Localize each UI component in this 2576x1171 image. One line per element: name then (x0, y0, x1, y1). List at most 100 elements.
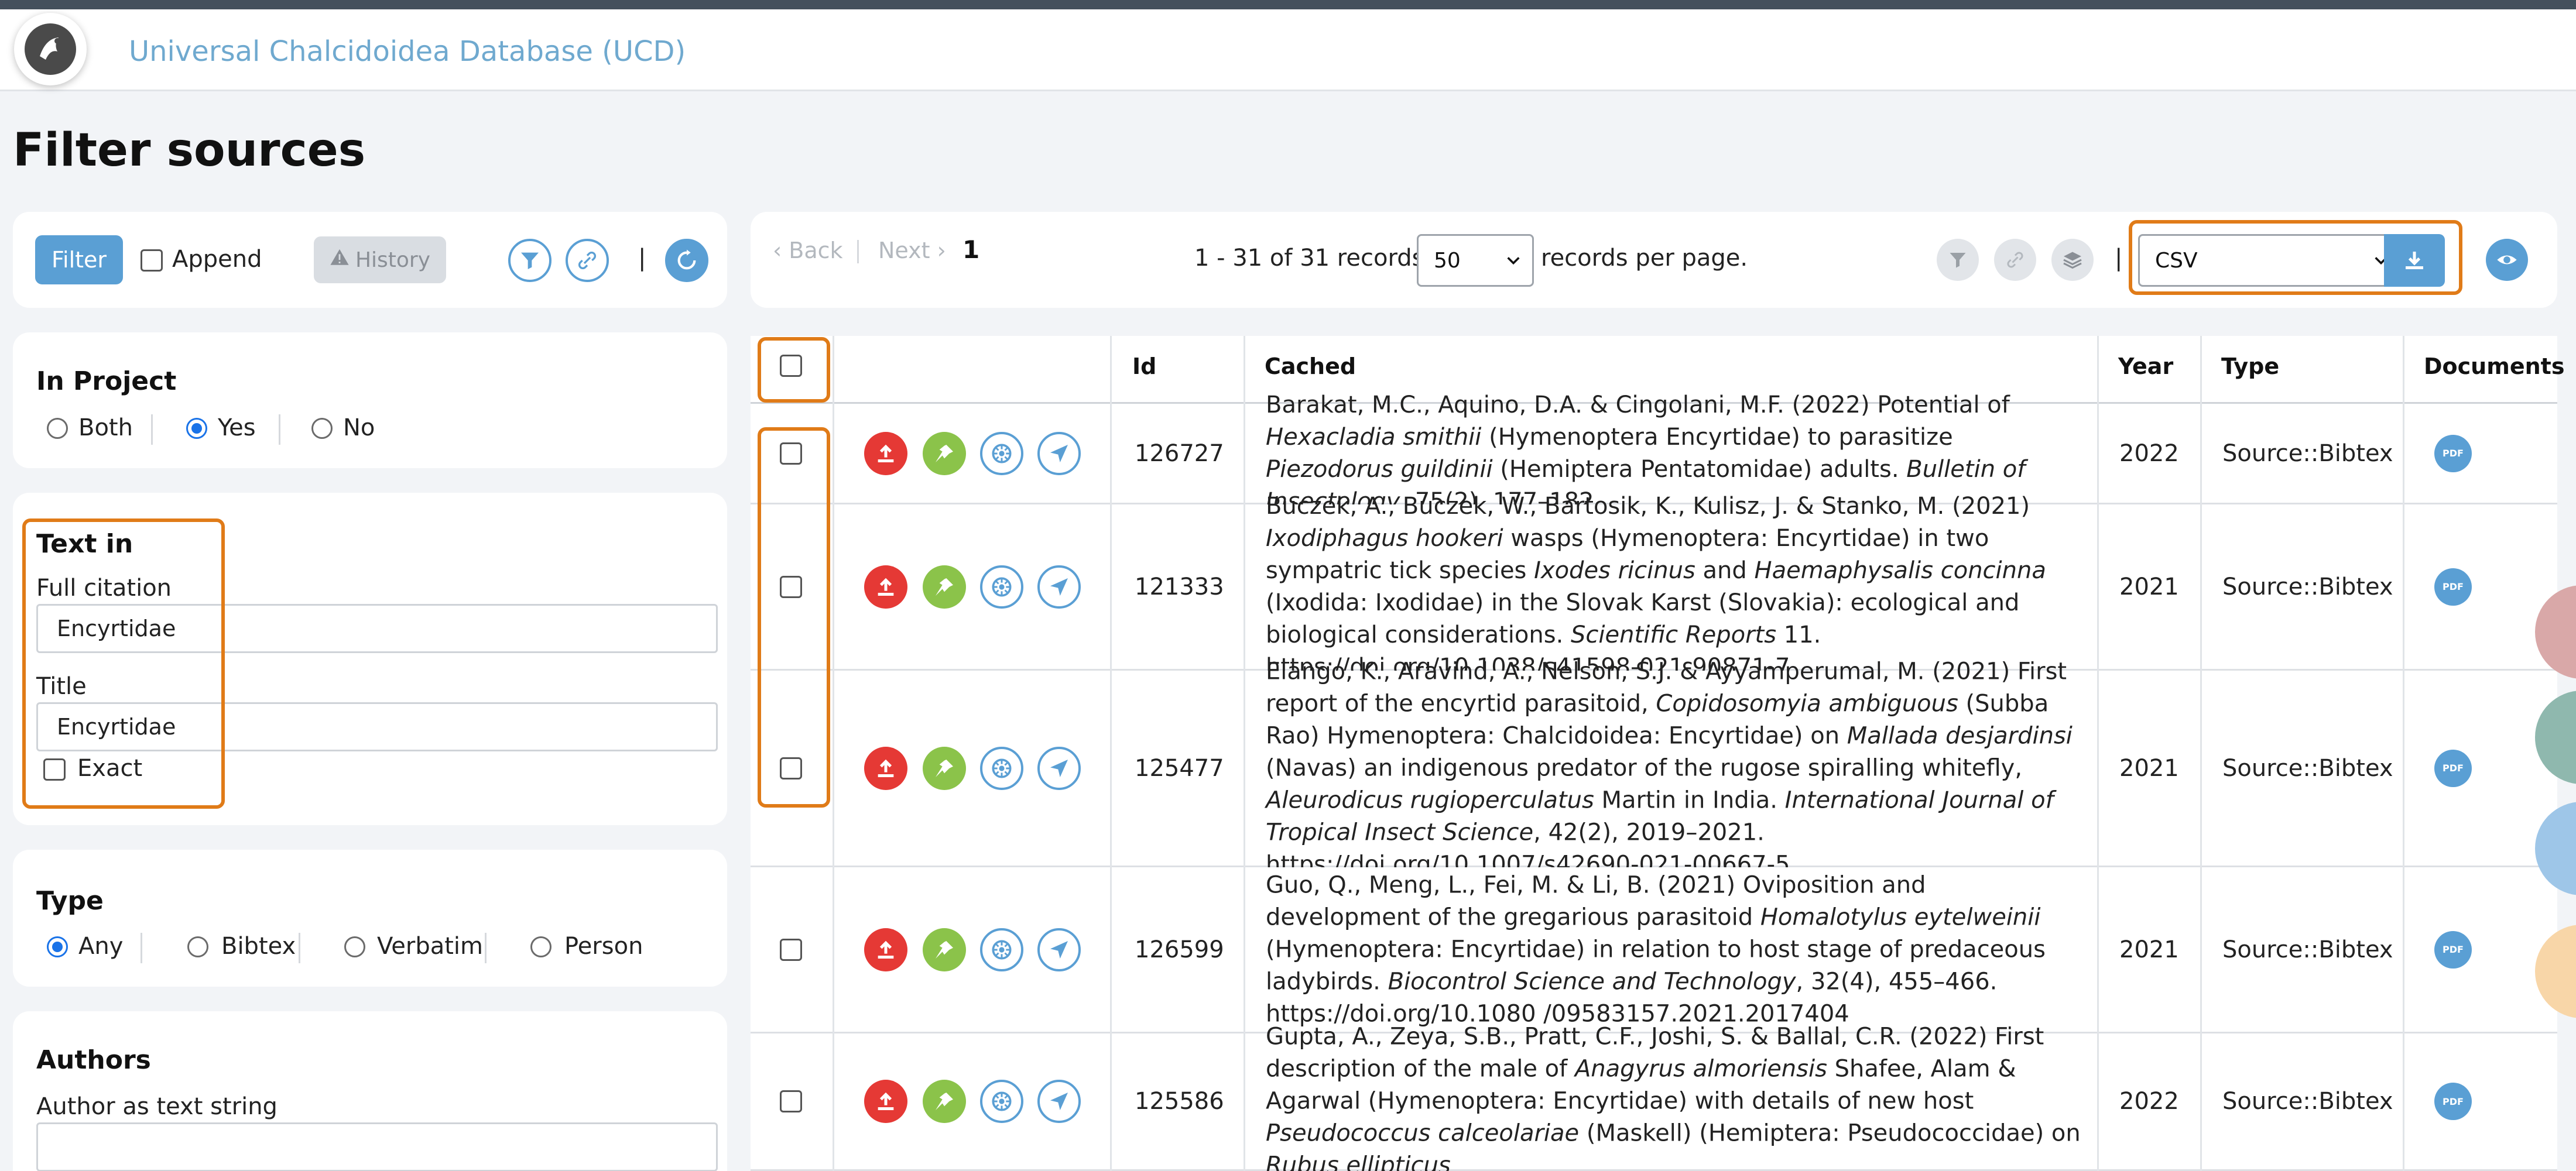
navigate-icon-button[interactable] (1037, 746, 1081, 790)
append-checkbox[interactable] (141, 249, 163, 272)
row-checkbox[interactable] (780, 938, 802, 961)
filter-results-button[interactable] (1937, 239, 1979, 281)
col-cached[interactable]: Cached (1265, 353, 1356, 379)
radial-icon-button[interactable] (980, 746, 1023, 790)
app-header: Universal Chalcidoidea Database (UCD) (0, 9, 2576, 91)
upload-icon-button[interactable] (864, 928, 907, 971)
col-id[interactable]: Id (1132, 353, 1156, 379)
radio-person[interactable] (530, 936, 551, 957)
radio-no[interactable] (311, 418, 333, 439)
row-id[interactable]: 125477 (1135, 755, 1224, 782)
pin-icon-button[interactable] (923, 431, 966, 475)
table-row: 121333 Buczek, A., Buczek, W., Bartosik, … (751, 493, 2557, 681)
history-label: History (355, 248, 431, 272)
row-year: 2021 (2119, 573, 2179, 600)
upload-icon-button[interactable] (864, 746, 907, 790)
pdf-document-icon[interactable]: PDF (2434, 749, 2472, 787)
top-stripe (0, 0, 2576, 9)
pdf-document-icon[interactable]: PDF (2434, 1083, 2472, 1120)
row-type: Source::Bibtex (2222, 1088, 2393, 1115)
upload-icon-button[interactable] (864, 1080, 907, 1123)
navigate-icon (1050, 444, 1068, 462)
row-checkbox[interactable] (780, 1090, 802, 1112)
radio-yes[interactable] (186, 418, 207, 439)
layers-button[interactable] (2051, 239, 2094, 281)
pdf-document-icon[interactable]: PDF (2434, 568, 2472, 606)
app-title[interactable]: Universal Chalcidoidea Database (UCD) (129, 35, 686, 68)
back-button[interactable]: ‹ Back (773, 238, 843, 263)
per-page-label: records per page. (1541, 245, 1748, 272)
records-summary: 1 - 31 of 31 records. (1194, 245, 1432, 272)
pdf-label: PDF (2443, 1096, 2464, 1107)
radial-icon-button[interactable] (980, 1080, 1023, 1123)
pin-icon-button[interactable] (923, 1080, 966, 1123)
table-row: 125477 Elango, K., Aravind, A., Nelson, S… (751, 658, 2557, 878)
per-page-value: 50 (1434, 248, 1461, 273)
app-logo[interactable] (14, 13, 87, 85)
radial-icon-button[interactable] (980, 431, 1023, 475)
type-panel: Type Any Bibtex Verbatim Person (13, 850, 727, 987)
navigate-icon-button[interactable] (1037, 928, 1081, 971)
filter-funnel-button[interactable] (508, 239, 551, 282)
row-citation: Elango, K., Aravind, A., Nelson, S.J. & … (1266, 658, 2073, 878)
type-title: Type (36, 886, 104, 916)
row-id[interactable]: 121333 (1135, 574, 1224, 600)
upload-icon-button[interactable] (864, 431, 907, 475)
page-title: Filter sources (13, 124, 366, 177)
navigate-icon-button[interactable] (1037, 1080, 1081, 1123)
row-type: Source::Bibtex (2222, 573, 2393, 600)
row-citation: Gupta, A., Zeya, S.B., Pratt, C.F., Josh… (1266, 1023, 2081, 1171)
per-page-select[interactable]: 50 (1417, 234, 1534, 287)
column-divider (833, 336, 834, 1171)
author-text-input[interactable] (36, 1122, 718, 1171)
col-documents[interactable]: Documents (2424, 353, 2564, 379)
radial-icon-button[interactable] (980, 565, 1023, 609)
author-text-label: Author as text string (36, 1093, 278, 1120)
in-project-panel: In Project Both Yes No (13, 332, 727, 468)
col-year[interactable]: Year (2118, 353, 2173, 379)
radio-person-label: Person (564, 933, 643, 960)
row-id[interactable]: 125586 (1135, 1088, 1224, 1115)
pin-icon-button[interactable] (923, 928, 966, 971)
radio-any[interactable] (47, 936, 68, 957)
upload-icon-button[interactable] (864, 565, 907, 609)
column-divider (2097, 336, 2099, 1171)
pdf-label: PDF (2443, 944, 2464, 955)
pin-icon (936, 444, 953, 462)
table-row: 126727 Barakat, M.C., Aquino, D.A. & Cing… (751, 392, 2557, 515)
link-button[interactable] (566, 239, 609, 282)
pdf-document-icon[interactable]: PDF (2434, 930, 2472, 969)
radial-icon-button[interactable] (980, 928, 1023, 971)
pin-icon-button[interactable] (923, 746, 966, 790)
col-type[interactable]: Type (2221, 353, 2279, 379)
link-results-button[interactable] (1994, 239, 2036, 281)
current-page[interactable]: 1 (962, 235, 979, 264)
navigate-icon (1050, 578, 1068, 596)
row-year: 2021 (2119, 754, 2179, 782)
upload-icon (878, 940, 894, 959)
reset-button[interactable] (665, 239, 708, 282)
filter-button[interactable]: Filter (35, 235, 123, 284)
pdf-document-icon[interactable]: PDF (2434, 434, 2472, 472)
row-id[interactable]: 126599 (1135, 936, 1224, 963)
authors-panel: Authors Author as text string (13, 1011, 727, 1171)
next-button[interactable]: Next › (878, 238, 946, 263)
pin-icon (936, 578, 953, 596)
radio-verbatim[interactable] (344, 936, 365, 957)
radio-bibtex[interactable] (187, 936, 208, 957)
link-icon (2007, 252, 2023, 268)
pdf-label: PDF (2443, 581, 2464, 592)
row-id[interactable]: 126727 (1135, 440, 1224, 467)
navigate-icon (1050, 940, 1068, 959)
pin-icon-button[interactable] (923, 565, 966, 609)
row-year: 2022 (2119, 1088, 2179, 1115)
preview-button[interactable] (2486, 239, 2528, 281)
radio-both[interactable] (47, 418, 68, 439)
append-label: Append (172, 246, 262, 273)
column-divider (2200, 336, 2202, 1171)
history-button[interactable]: History (314, 236, 446, 283)
navigate-icon-button[interactable] (1037, 431, 1081, 475)
radial-icon (992, 1091, 1012, 1111)
row-type: Source::Bibtex (2222, 754, 2393, 782)
navigate-icon-button[interactable] (1037, 565, 1081, 609)
